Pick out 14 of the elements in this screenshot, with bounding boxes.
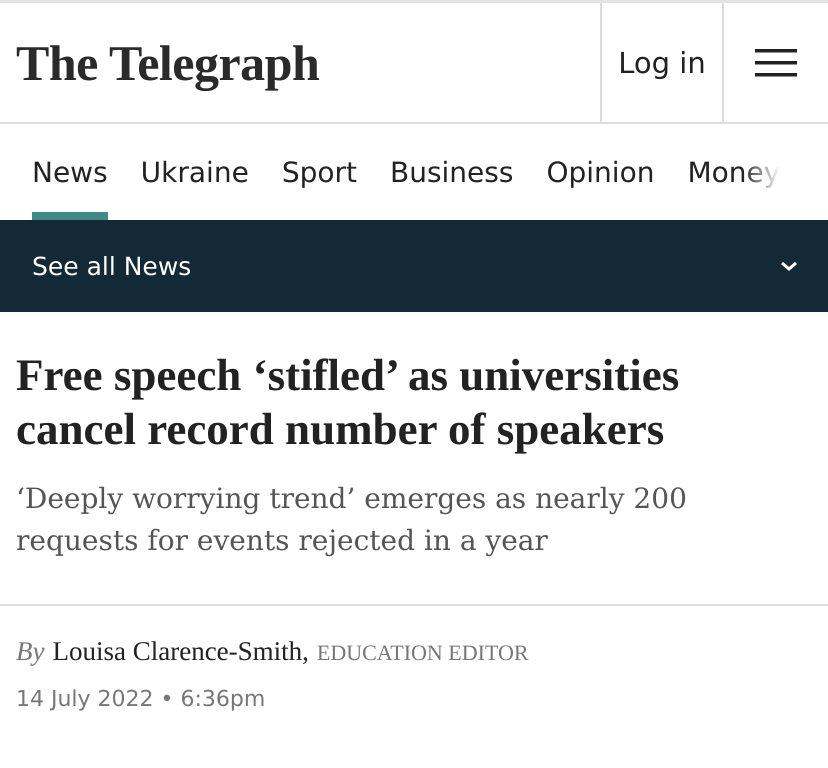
section-dropdown[interactable]: See all News xyxy=(0,220,828,312)
standfirst: ‘Deeply worrying trend’ emerges as nearly 200 requests for events rejected in a year xyxy=(16,481,688,559)
nav-tab[interactable]: Sport xyxy=(282,124,357,220)
nav-tab[interactable]: Opinion xyxy=(546,124,654,220)
author-name[interactable]: Louisa Clarence-Smith, xyxy=(52,636,309,667)
byline-by: By xyxy=(16,636,44,667)
nav-tab[interactable]: Ukraine xyxy=(140,124,249,220)
author-role: EDUCATION EDITOR xyxy=(316,640,529,666)
logo[interactable]: The Telegraph xyxy=(16,34,320,92)
nav-tab[interactable]: Business xyxy=(390,124,514,220)
publish-date: 14 July 2022 • 6:36pm xyxy=(16,687,266,712)
menu-icon xyxy=(755,48,797,76)
headline: Free speech ‘stifled’ as universities cancel record number of speakers xyxy=(16,349,680,456)
nav-tab[interactable]: Money xyxy=(687,124,780,220)
